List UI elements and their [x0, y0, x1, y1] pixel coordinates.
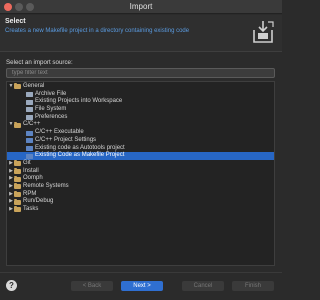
tree-item[interactable]: Existing code as Autotools project [7, 145, 274, 153]
folder-icon [14, 183, 21, 190]
folder-icon [14, 206, 21, 213]
folder-icon [14, 191, 21, 198]
folder-icon [14, 167, 21, 174]
tree-item[interactable]: Existing Projects into Workspace [7, 98, 274, 106]
help-button[interactable]: ? [6, 280, 17, 291]
tree-item-label: RPM [23, 190, 37, 197]
folder-icon [14, 160, 21, 167]
file-icon [26, 138, 33, 144]
tree-item[interactable]: Preferences [7, 114, 274, 122]
folder-icon [14, 175, 21, 182]
file-icon [26, 145, 33, 151]
tree-item[interactable]: File System [7, 106, 274, 114]
import-source-label: Select an import source: [6, 59, 73, 66]
tree-item[interactable]: C/C++ Project Settings [7, 137, 274, 145]
tree-category[interactable]: ▼ General [7, 83, 274, 91]
tree-item-label: Remote Systems [23, 182, 69, 189]
import-wizard-icon [253, 21, 274, 43]
tree-category[interactable]: ▶ Install [7, 168, 274, 176]
tree-item-label: General [23, 83, 45, 89]
cancel-button[interactable]: Cancel [182, 281, 224, 291]
footer-divider [0, 272, 282, 273]
page-description: Creates a new Makefile project in a dire… [5, 28, 190, 34]
next-button[interactable]: Next > [121, 281, 163, 291]
tree-item-label: Archive File [35, 90, 67, 97]
tree-category[interactable]: ▼ C/C++ [7, 121, 274, 129]
finish-button[interactable]: Finish [232, 281, 274, 291]
tree-item-label: Install [23, 167, 39, 174]
tree-item[interactable]: Existing Code as Makefile Project [7, 152, 274, 160]
title-bar: Import [0, 0, 282, 14]
tree-item-label: Preferences [35, 113, 68, 120]
tree-category[interactable]: ▶ Remote Systems [7, 183, 274, 191]
tree-item-label: C/C++ [23, 121, 41, 128]
file-icon [26, 130, 33, 136]
tree-item[interactable]: C/C++ Executable [7, 129, 274, 137]
folder-icon [14, 83, 21, 90]
tree-category[interactable]: ▶ Git [7, 160, 274, 168]
file-icon [26, 99, 33, 105]
folder-icon [14, 121, 21, 128]
tree-item[interactable]: Archive File [7, 91, 274, 99]
file-icon [26, 153, 33, 159]
tree-item-label: Run/Debug [23, 198, 54, 205]
wizard-header: Select Creates a new Makefile project in… [0, 15, 282, 51]
tree-category[interactable]: ▶ Oomph [7, 175, 274, 183]
page-title: Select [5, 18, 26, 25]
import-source-tree[interactable]: ▼ General Archive File Existing Projects in… [6, 81, 275, 266]
tree-item-label: Existing code as Autotools project [35, 144, 125, 151]
file-icon [26, 107, 33, 113]
tree-item-label: Oomph [23, 175, 43, 182]
tree-item-label: C/C++ Executable [35, 129, 84, 136]
file-icon [26, 115, 33, 121]
tree-item-label: Tasks [23, 206, 39, 212]
window-title: Import [129, 2, 153, 11]
folder-icon [14, 198, 21, 205]
tree-category[interactable]: ▶ Tasks [7, 206, 274, 214]
tree-category[interactable]: ▶ Run/Debug [7, 198, 274, 206]
tree-item-label: Existing Projects into Workspace [35, 98, 123, 105]
header-divider [0, 51, 282, 52]
tree-item-label: File System [35, 106, 67, 113]
file-icon [26, 92, 33, 98]
tree-item-label: Existing Code as Makefile Project [35, 152, 125, 159]
filter-input[interactable] [6, 68, 275, 78]
tree-category[interactable]: ▶ RPM [7, 191, 274, 199]
tree-item-label: Git [23, 159, 31, 166]
tree-item-label: C/C++ Project Settings [35, 136, 97, 143]
back-button[interactable]: < Back [71, 281, 113, 291]
